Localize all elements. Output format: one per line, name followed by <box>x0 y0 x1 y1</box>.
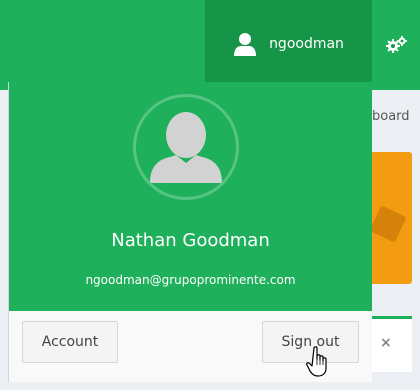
white-panel: × <box>372 316 412 372</box>
user-menu-toggle[interactable]: ngoodman <box>205 0 372 90</box>
user-icon <box>234 33 257 56</box>
hand-pointer-icon <box>306 346 327 377</box>
orange-info-box <box>369 152 412 284</box>
user-header: Nathan Goodman ngoodman@grupoprominente.… <box>9 82 372 311</box>
account-button[interactable]: Account <box>22 321 118 363</box>
gears-icon <box>386 36 407 53</box>
user-full-name: Nathan Goodman <box>111 230 270 251</box>
user-email: ngoodman@grupoprominente.com <box>85 273 296 287</box>
close-icon[interactable]: × <box>380 335 392 351</box>
username-label: ngoodman <box>269 36 344 52</box>
user-avatar-icon <box>150 112 222 183</box>
box-icon <box>369 205 407 243</box>
user-dropdown-menu: Nathan Goodman ngoodman@grupoprominente.… <box>8 82 372 382</box>
settings-button[interactable] <box>385 33 409 57</box>
avatar <box>133 94 239 200</box>
dashboard-breadcrumb-fragment: board <box>372 109 410 124</box>
top-navbar: ngoodman <box>0 0 420 90</box>
